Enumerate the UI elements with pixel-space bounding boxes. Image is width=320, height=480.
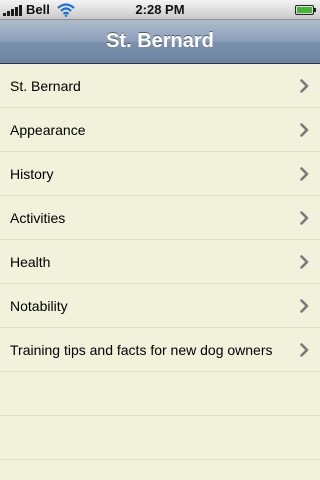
list-item-st-bernard[interactable]: St. Bernard bbox=[0, 64, 320, 108]
chevron-right-icon bbox=[300, 123, 309, 137]
list-item-training-tips[interactable]: Training tips and facts for new dog owne… bbox=[0, 328, 320, 372]
list-item-label: Activities bbox=[10, 210, 66, 226]
battery-icon bbox=[295, 5, 316, 15]
list-item-label: History bbox=[10, 166, 54, 182]
chevron-right-icon bbox=[300, 79, 309, 93]
list-item-label: Health bbox=[10, 254, 51, 270]
list-item-label: Training tips and facts for new dog owne… bbox=[10, 342, 273, 358]
chevron-right-icon bbox=[300, 343, 309, 357]
chevron-right-icon bbox=[300, 211, 309, 225]
list-item-label: Appearance bbox=[10, 122, 86, 138]
status-time: 2:28 PM bbox=[135, 2, 185, 17]
menu-list: St. Bernard Appearance History Activitie… bbox=[0, 64, 320, 460]
list-item-label: Notability bbox=[10, 298, 68, 314]
list-item-label: St. Bernard bbox=[10, 78, 81, 94]
empty-row bbox=[0, 372, 320, 416]
list-item-notability[interactable]: Notability bbox=[0, 284, 320, 328]
list-item-health[interactable]: Health bbox=[0, 240, 320, 284]
empty-row bbox=[0, 416, 320, 460]
chevron-right-icon bbox=[300, 255, 309, 269]
page-title: St. Bernard bbox=[106, 30, 214, 52]
list-item-activities[interactable]: Activities bbox=[0, 196, 320, 240]
list-item-history[interactable]: History bbox=[0, 152, 320, 196]
chevron-right-icon bbox=[300, 299, 309, 313]
status-bar: Bell 2:28 PM bbox=[0, 0, 320, 20]
chevron-right-icon bbox=[300, 167, 309, 181]
navigation-bar: St. Bernard bbox=[0, 20, 320, 64]
list-item-appearance[interactable]: Appearance bbox=[0, 108, 320, 152]
